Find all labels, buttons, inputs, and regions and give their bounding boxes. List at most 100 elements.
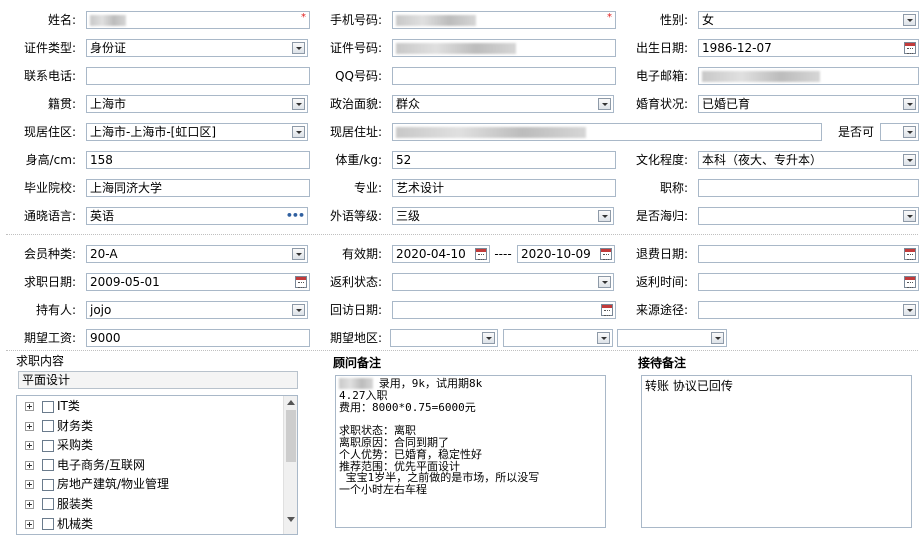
phone-field[interactable] [86,67,310,85]
weight-field[interactable]: 52 [392,151,616,169]
lang-level-select[interactable]: 三级 [392,207,614,225]
checkbox[interactable] [42,498,54,511]
dropdown-arrow-icon[interactable] [903,154,916,166]
reception-notes-textarea[interactable]: 转账 协议已回传 [641,375,912,528]
reception-notes-heading: 接待备注 [638,356,687,370]
id-number-field[interactable] [392,39,616,57]
dropdown-arrow-icon[interactable] [598,276,611,288]
dropdown-arrow-icon[interactable] [597,332,610,344]
salary-value: 9000 [90,331,121,345]
job-title-field[interactable] [698,179,919,197]
calendar-icon[interactable] [600,248,612,260]
scrollbar-thumb[interactable] [286,410,296,462]
area-city-select[interactable] [503,329,613,347]
school-field[interactable]: 上海同济大学 [86,179,310,197]
calendar-icon[interactable] [904,42,916,54]
label-native: 籍贯: [47,97,76,111]
mobile-field[interactable]: * [392,11,616,29]
rebate-time-field[interactable] [698,273,919,291]
job-date-field[interactable]: 2009-05-01 [86,273,310,291]
tree-item[interactable]: 服装类 [17,495,297,515]
dropdown-arrow-icon[interactable] [711,332,724,344]
returnee-select[interactable] [698,207,919,225]
visit-date-field[interactable] [392,301,616,319]
major-field[interactable]: 艺术设计 [392,179,616,197]
dropdown-arrow-icon[interactable] [903,304,916,316]
more-options-icon[interactable]: ••• [286,208,305,224]
checkbox[interactable] [42,518,54,531]
language-field[interactable]: 英语 ••• [86,207,308,225]
source-select[interactable] [698,301,919,319]
job-category-tree[interactable]: IT类 财务类 采购类 电子商务/互联网 房地产建筑/物业管理 服装类 机械类 [16,395,298,535]
dropdown-arrow-icon[interactable] [903,126,916,138]
expand-icon[interactable] [25,519,34,529]
tree-item[interactable]: 电子商务/互联网 [17,456,297,476]
tree-item[interactable]: 机械类 [17,515,297,534]
expand-icon[interactable] [25,499,34,509]
expand-icon[interactable] [25,480,34,490]
scroll-up-icon[interactable] [287,400,295,405]
valid-from-value: 2020-04-10 [396,247,466,261]
holder-select[interactable]: jojo [86,301,308,319]
checkbox[interactable] [42,439,54,452]
dropdown-arrow-icon[interactable] [903,98,916,110]
dropdown-arrow-icon[interactable] [292,248,305,260]
calendar-icon[interactable] [295,276,307,288]
label-language: 通晓语言: [23,209,76,223]
dropdown-arrow-icon[interactable] [292,42,305,54]
dropdown-arrow-icon[interactable] [292,304,305,316]
expand-icon[interactable] [25,402,34,411]
consultant-notes-textarea[interactable]: 录用，9k，试用期8k 4.27入职 费用：8000*0.75=6000元 求职… [335,375,606,528]
expand-icon[interactable] [25,421,34,431]
email-field[interactable] [698,67,919,85]
marital-select[interactable]: 已婚已育 [698,95,919,113]
can-move-select[interactable] [880,123,919,141]
residence-area-select[interactable]: 上海市-上海市-[虹口区] [86,123,308,141]
valid-from-field[interactable]: 2020-04-10 [392,245,490,263]
residence-address-field[interactable] [392,123,822,141]
tree-item[interactable]: 房地产建筑/物业管理 [17,475,297,495]
expand-icon[interactable] [25,441,34,451]
label-job-date: 求职日期: [23,275,76,289]
dropdown-arrow-icon[interactable] [292,126,305,138]
gender-select[interactable]: 女 [698,11,919,29]
salary-field[interactable]: 9000 [86,329,310,347]
tree-item[interactable]: IT类 [17,397,297,417]
native-place-select[interactable]: 上海市 [86,95,308,113]
birth-date-field[interactable]: 1986-12-07 [698,39,919,57]
scroll-down-icon[interactable] [287,517,295,522]
refund-date-field[interactable] [698,245,919,263]
dropdown-arrow-icon[interactable] [598,210,611,222]
qq-field[interactable] [392,67,616,85]
dropdown-arrow-icon[interactable] [292,98,305,110]
member-type-select[interactable]: 20-A [86,245,308,263]
height-field[interactable]: 158 [86,151,310,169]
calendar-icon[interactable] [904,248,916,260]
checkbox[interactable] [42,420,54,433]
valid-to-field[interactable]: 2020-10-09 [517,245,615,263]
politics-select[interactable]: 群众 [392,95,614,113]
checkbox[interactable] [42,478,54,491]
dropdown-arrow-icon[interactable] [598,98,611,110]
id-type-select[interactable]: 身份证 [86,39,308,57]
calendar-icon[interactable] [475,248,487,260]
dropdown-arrow-icon[interactable] [482,332,495,344]
expand-icon[interactable] [25,460,34,470]
area-district-select[interactable] [617,329,727,347]
job-content-selected-field[interactable]: 平面设计 [18,371,298,389]
rebate-status-select[interactable] [392,273,614,291]
tree-item[interactable]: 采购类 [17,436,297,456]
education-select[interactable]: 本科（夜大、专升本） [698,151,919,169]
tree-item[interactable]: 财务类 [17,417,297,437]
checkbox[interactable] [42,459,54,472]
name-field[interactable]: * [86,11,310,29]
checkbox[interactable] [42,400,54,413]
label-salary: 期望工资: [23,331,76,345]
calendar-icon[interactable] [904,276,916,288]
dropdown-arrow-icon[interactable] [903,14,916,26]
label-can-move: 是否可 [837,125,874,139]
dropdown-arrow-icon[interactable] [903,210,916,222]
calendar-icon[interactable] [601,304,613,316]
tree-scrollbar[interactable] [283,396,297,534]
area-province-select[interactable] [390,329,498,347]
